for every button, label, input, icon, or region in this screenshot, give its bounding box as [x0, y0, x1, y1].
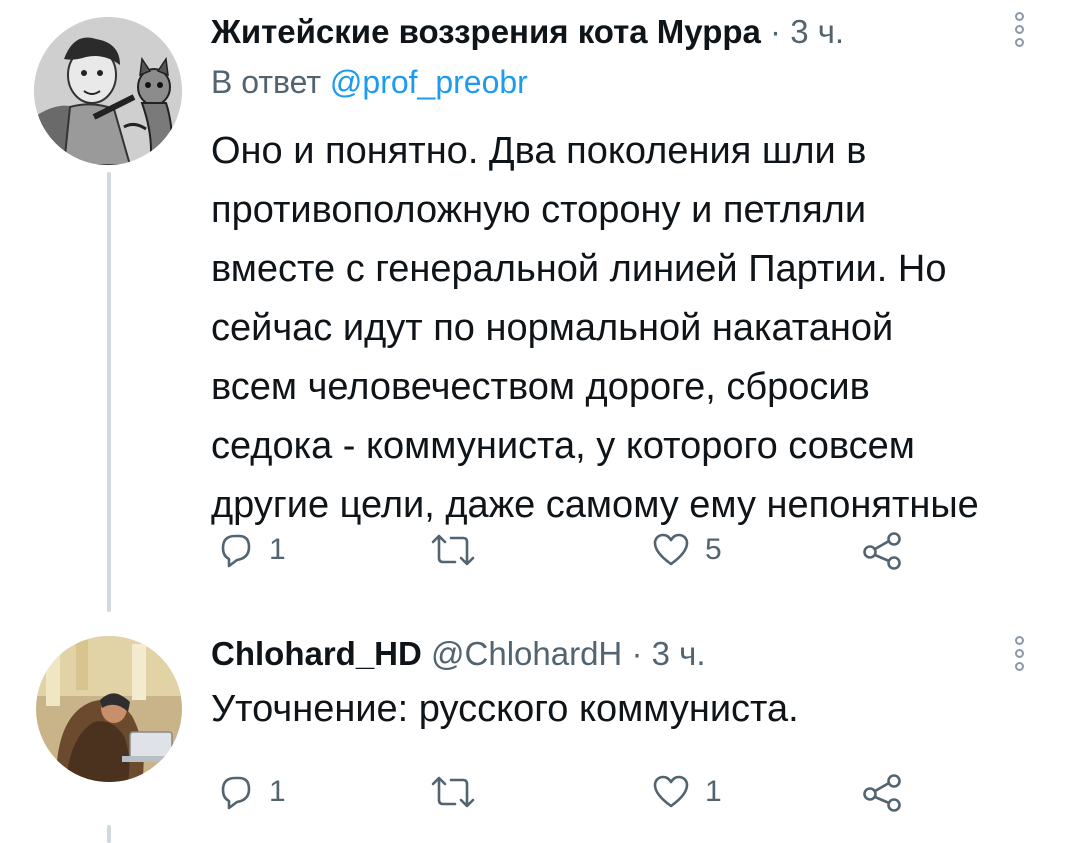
avatar[interactable] — [36, 636, 182, 782]
reply-icon — [221, 534, 251, 568]
author-name[interactable]: Житейские воззрения кота Мурра — [211, 13, 761, 50]
separator-dot: · — [770, 13, 782, 50]
tweet-text-line: вместе с генеральной линией Партии. Но — [211, 248, 947, 290]
more-vertical-icon[interactable] — [1015, 12, 1027, 51]
timestamp[interactable]: 3 ч. — [652, 635, 706, 672]
thread-line — [107, 172, 111, 612]
tweet-header: Житейские воззрения кота Мурра · 3 ч. — [211, 12, 844, 52]
replying-handle-link[interactable]: @prof_preobr — [330, 64, 528, 100]
heart-icon — [653, 775, 689, 808]
share-button[interactable] — [861, 770, 905, 814]
retweet-icon — [431, 776, 475, 808]
tweet-text-line: сейчас идут по нормальной накатаной — [211, 307, 894, 349]
reply-icon — [221, 776, 251, 810]
tweet-text-line: всем человечеством дороге, сбросив — [211, 366, 870, 408]
thread-line — [107, 825, 111, 843]
tweet-text-line: седока - коммуниста, у которого совсем — [211, 425, 915, 467]
tweet-text-line: Оно и понятно. Два поколения шли в — [211, 130, 867, 172]
share-icon — [863, 774, 901, 812]
tweet-actions: 1 1 — [211, 770, 911, 814]
separator-dot: · — [631, 635, 643, 672]
reply-button[interactable]: 1 — [215, 528, 286, 572]
tweet-header: Chlohard_HD @ChlohardH · 3 ч. — [211, 634, 706, 674]
retweet-icon — [431, 534, 475, 566]
reply-button[interactable]: 1 — [215, 770, 286, 814]
tweet-text-line: противоположную сторону и петляли — [211, 189, 867, 231]
tweet-text: Оно и понятно. Два поколения шли в проти… — [211, 122, 1061, 535]
like-button[interactable]: 1 — [651, 770, 722, 814]
reply-count: 1 — [269, 533, 286, 566]
replying-prefix: В ответ — [211, 64, 322, 100]
like-count: 1 — [705, 775, 722, 808]
share-icon — [863, 532, 901, 570]
heart-icon — [653, 533, 689, 566]
share-button[interactable] — [861, 528, 905, 572]
author-name[interactable]: Chlohard_HD — [211, 635, 422, 672]
tweet-text: Уточнение: русского коммуниста. — [211, 680, 1061, 739]
replying-to: В ответ @prof_preobr — [211, 64, 528, 101]
more-vertical-icon[interactable] — [1015, 636, 1027, 675]
tweet-actions: 1 5 — [211, 528, 911, 572]
like-button[interactable]: 5 — [651, 528, 722, 572]
retweet-button[interactable] — [429, 528, 477, 572]
author-handle[interactable]: @ChlohardH — [431, 635, 622, 672]
tweet-text-line: Уточнение: русского коммуниста. — [211, 688, 799, 730]
retweet-button[interactable] — [429, 770, 477, 814]
tweet-text-line: другие цели, даже самому ему непонятные — [211, 484, 979, 526]
reply-count: 1 — [269, 775, 286, 808]
timestamp[interactable]: 3 ч. — [790, 13, 844, 50]
like-count: 5 — [705, 533, 722, 566]
avatar[interactable] — [34, 17, 182, 165]
